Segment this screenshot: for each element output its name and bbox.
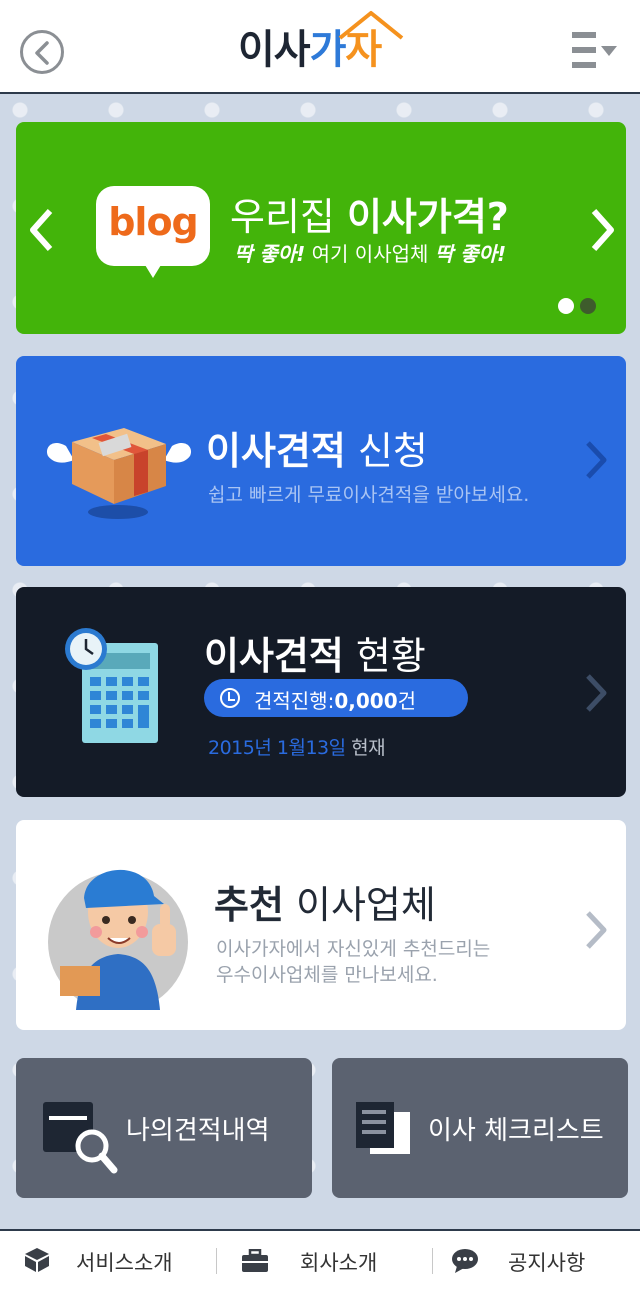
banner-title-regular: 우리집 (230, 195, 347, 239)
banner-sub-regular: 여기 이사업체 (305, 242, 435, 266)
recommended-movers-card[interactable]: 추천 이사업체 이사가자에서 자신있게 추천드리는 우수이사업체를 만나보세요. (16, 820, 626, 1030)
estimate-request-title-regular: 신청 (345, 429, 428, 473)
banner-next-icon[interactable] (590, 208, 616, 252)
recommended-movers-description-line-2: 우수이사업체를 만나보세요. (216, 964, 438, 986)
menu-icon-bar (572, 47, 596, 53)
footer-item-notices[interactable]: 공지사항 (433, 1231, 640, 1290)
logo-text-1: 이사 (238, 27, 311, 73)
status-date: 2015년 1월13일 현재 (208, 733, 386, 760)
banner-pagination (552, 298, 596, 318)
menu-button[interactable] (568, 30, 618, 70)
chevron-right-icon (586, 441, 607, 479)
footer-label-notices: 공지사항 (508, 1251, 586, 1275)
banner-sub-bold-1: 딱 좋아! (234, 242, 306, 266)
progress-unit: 건 (397, 689, 417, 713)
banner-title: 우리집 이사가격? (230, 186, 509, 241)
estimate-status-title-regular: 현황 (343, 634, 426, 678)
house-roof-icon (338, 11, 404, 40)
recommended-movers-description-line-1: 이사가자에서 자신있게 추천드리는 (216, 938, 491, 960)
moving-checklist-label: 이사 체크리스트 (428, 1116, 604, 1146)
recommended-movers-description: 이사가자에서 자신있게 추천드리는 우수이사업체를 만나보세요. (216, 936, 490, 988)
moving-checklist-button[interactable]: 이사 체크리스트 (332, 1058, 628, 1198)
app-header: 이사가자 (0, 0, 640, 94)
status-date-suffix: 현재 (345, 737, 386, 759)
my-estimates-button[interactable]: 나의견적내역 (16, 1058, 312, 1198)
menu-icon-bar (572, 62, 596, 68)
back-button[interactable] (20, 30, 64, 74)
calculator-icon (65, 628, 158, 743)
briefcase-icon (242, 1249, 268, 1272)
footer-item-service-intro[interactable]: 서비스소개 (0, 1231, 216, 1290)
chevron-right-icon (586, 674, 607, 712)
banner-prev-icon[interactable] (28, 208, 54, 252)
mover-mascot-icon (48, 869, 188, 1010)
footer-nav: 서비스소개 회사소개 공지사항 (0, 1229, 640, 1290)
blog-badge-tail (142, 260, 164, 278)
my-estimates-label: 나의견적내역 (126, 1116, 270, 1146)
recommended-movers-title: 추천 이사업체 (214, 874, 436, 929)
banner-sub-bold-2: 딱 좋아! (434, 242, 507, 266)
blog-badge: blog (96, 186, 210, 278)
chat-icon (452, 1249, 478, 1273)
document-search-icon (43, 1102, 118, 1174)
pagination-dot-active[interactable] (558, 298, 574, 314)
footer-item-company-intro[interactable]: 회사소개 (217, 1231, 432, 1290)
clock-icon (220, 688, 240, 708)
chevron-left-icon (35, 41, 49, 65)
blog-badge-text: blog (108, 200, 199, 244)
app-logo[interactable]: 이사가자 (238, 11, 408, 78)
recommended-movers-title-bold: 추천 (214, 883, 284, 927)
promo-banner[interactable]: blog 우리집 이사가격? 딱 좋아! 여기 이사업체 딱 좋아! (16, 122, 626, 334)
estimate-request-description: 쉽고 빠르게 무료이사견적을 받아보세요. (208, 484, 530, 506)
pagination-dot[interactable] (580, 298, 596, 314)
progress-count: 0,000 (334, 689, 398, 713)
box-icon (25, 1248, 49, 1272)
recommended-movers-title-regular: 이사업체 (283, 883, 436, 927)
estimate-status-card[interactable]: 이사견적 현황 견적진행:0,000건 2015년 1월13일 현재 (16, 587, 626, 797)
checklist-icon (356, 1102, 410, 1154)
estimate-request-title-bold: 이사견적 (206, 429, 346, 473)
banner-subtitle: 딱 좋아! 여기 이사업체 딱 좋아! (234, 238, 506, 267)
footer-label-service-intro: 서비스소개 (76, 1251, 173, 1275)
menu-icon (572, 32, 596, 38)
estimate-status-title: 이사견적 현황 (204, 625, 426, 680)
caret-down-icon (601, 46, 617, 56)
progress-count-badge: 견적진행:0,000건 (204, 679, 468, 717)
status-date-value: 2015년 1월13일 (208, 737, 346, 759)
chevron-right-icon (586, 911, 607, 949)
banner-title-bold: 이사가격? (346, 195, 509, 239)
progress-count-text: 견적진행:0,000건 (254, 685, 416, 714)
flying-box-icon (46, 428, 192, 519)
estimate-status-title-bold: 이사견적 (204, 634, 344, 678)
footer-label-company-intro: 회사소개 (300, 1251, 378, 1275)
estimate-request-card[interactable]: 이사견적 신청 쉽고 빠르게 무료이사견적을 받아보세요. (16, 356, 626, 566)
estimate-request-title: 이사견적 신청 (206, 420, 428, 475)
progress-label: 견적진행: (254, 689, 335, 713)
